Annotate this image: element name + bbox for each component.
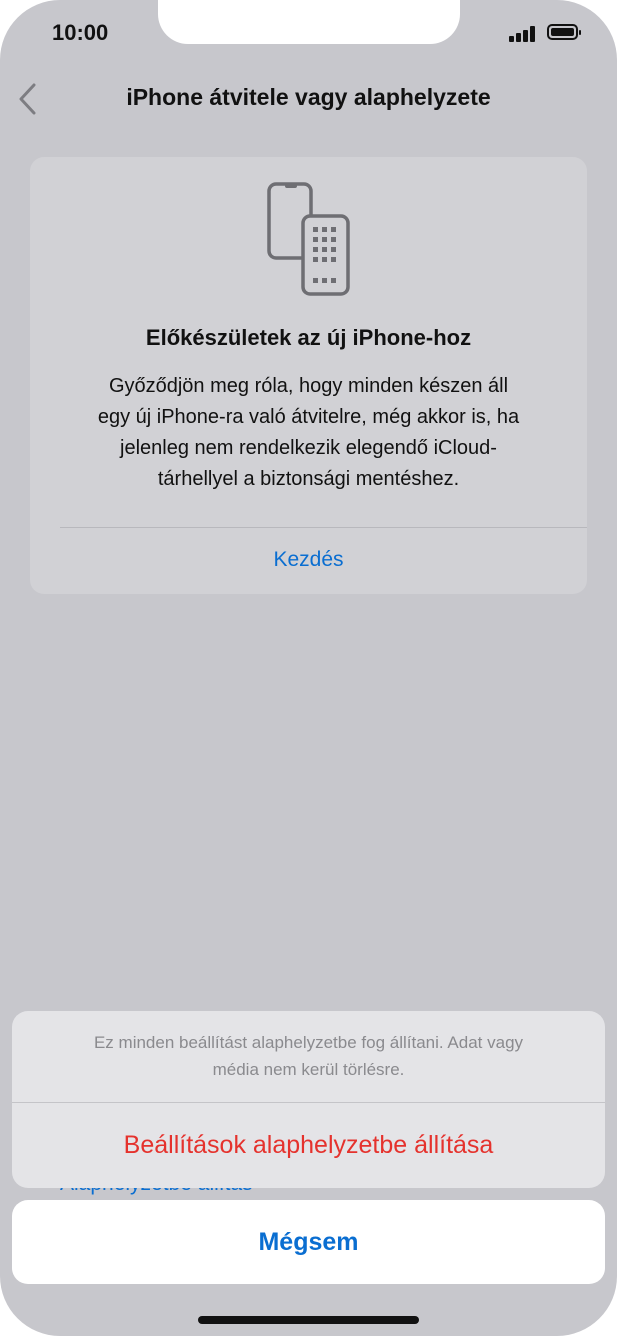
action-sheet-message-line: média nem kerül törlésre.	[212, 1060, 405, 1079]
notch	[158, 0, 460, 44]
battery-icon	[547, 24, 581, 40]
cancel-button[interactable]: Mégsem	[12, 1200, 605, 1284]
card-description-line: Győződjön meg róla, hogy minden készen á…	[108, 375, 509, 397]
status-time: 10:00	[52, 20, 109, 45]
card-description-line: jelenleg nem rendelkezik elegendő iCloud…	[120, 437, 497, 459]
prepare-card: Előkészületek az új iPhone-hoz Győződjön…	[30, 157, 587, 594]
start-button[interactable]: Kezdés	[30, 548, 587, 572]
transfer-phones-icon	[267, 182, 350, 296]
home-indicator	[198, 1316, 419, 1324]
reset-settings-button[interactable]: Beállítások alaphelyzetbe állítása	[12, 1103, 605, 1188]
card-description-line: tárhellyel a biztonsági mentéshez.	[157, 468, 460, 490]
action-sheet-message: Ez minden beállítást alaphelyzetbe fog á…	[32, 1029, 585, 1083]
signal-icon	[509, 26, 539, 42]
card-divider	[60, 527, 587, 528]
card-description-line: egy új iPhone-ra való átvitelre, még akk…	[97, 406, 520, 428]
card-title: Előkészületek az új iPhone-hoz	[145, 325, 472, 350]
action-sheet: Ez minden beállítást alaphelyzetbe fog á…	[12, 1011, 605, 1188]
action-sheet-message-line: Ez minden beállítást alaphelyzetbe fog á…	[93, 1033, 524, 1052]
card-description: Győződjön meg róla, hogy minden készen á…	[70, 371, 547, 495]
page-title: iPhone átvitele vagy alaphelyzete	[126, 84, 491, 110]
phone-screen: 10:00 iPhone átvitele vagy alaphelyzete …	[0, 0, 617, 1336]
